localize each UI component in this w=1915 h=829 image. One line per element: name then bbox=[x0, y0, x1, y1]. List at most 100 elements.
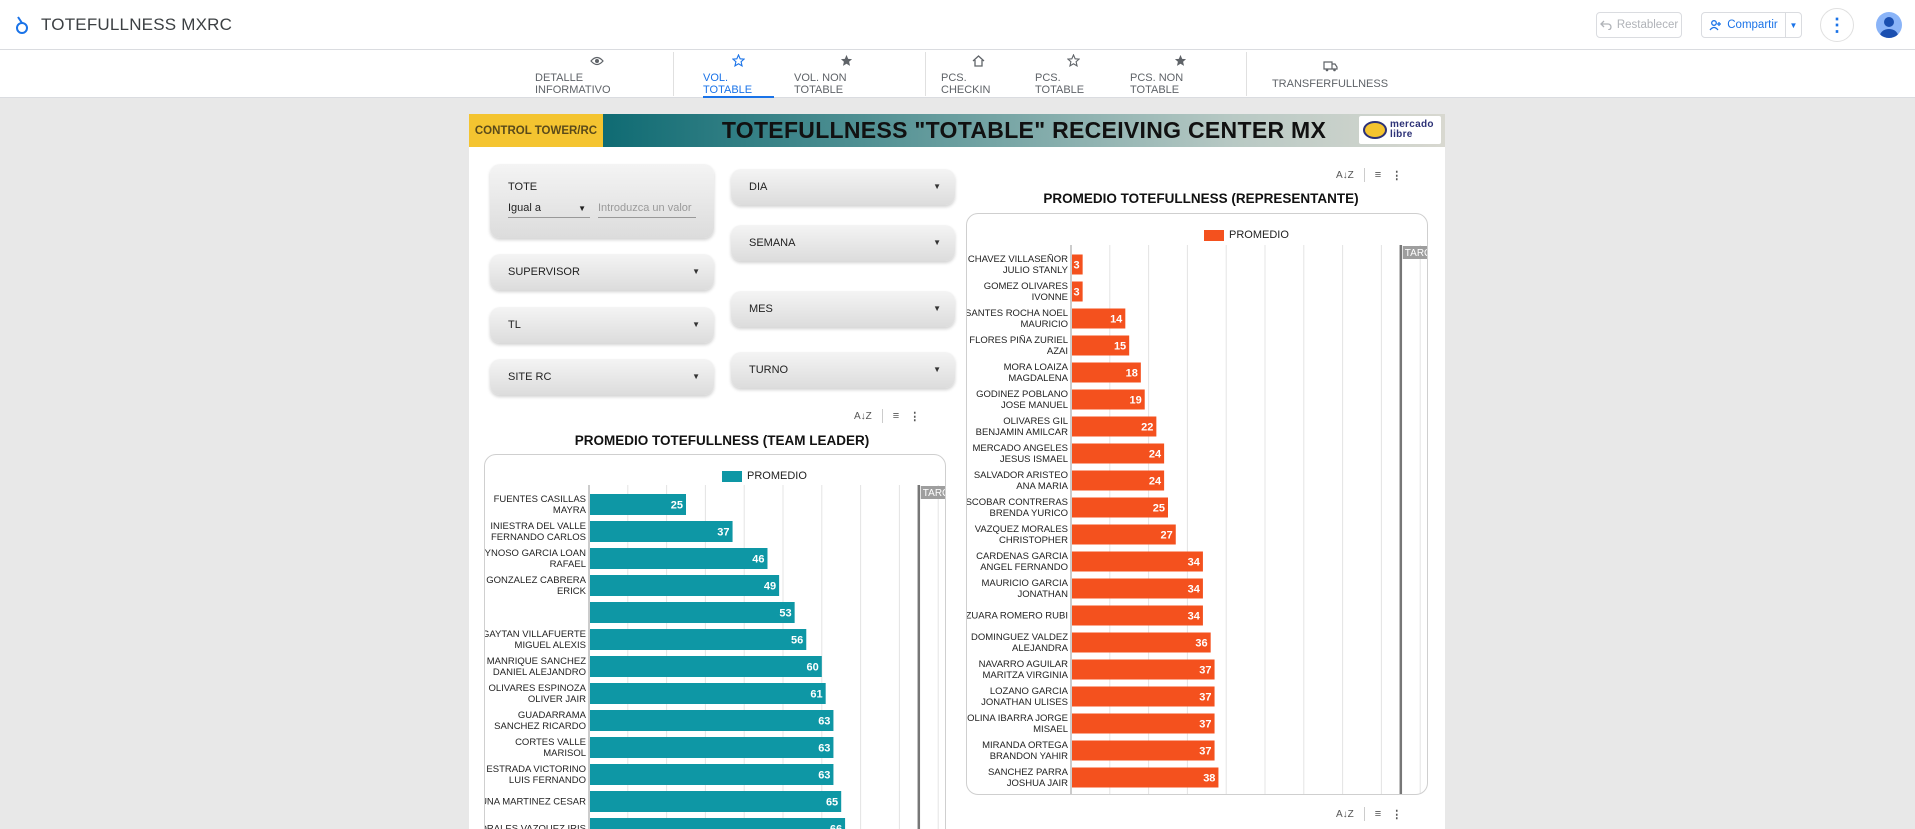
category-label: MARITZA VIRGINIA bbox=[982, 670, 1068, 681]
category-label: JESUS ISMAEL bbox=[1000, 454, 1068, 465]
bar[interactable] bbox=[1072, 605, 1203, 626]
bar-value-label: 25 bbox=[671, 500, 683, 512]
bar-value-label: 53 bbox=[779, 608, 791, 620]
category-label: JOSHUA JAIR bbox=[1007, 778, 1068, 789]
bar-value-label: 37 bbox=[1199, 692, 1211, 704]
category-label: INIESTRA DEL VALLE bbox=[490, 521, 586, 532]
mes-filter[interactable]: MES ▼ bbox=[731, 291, 955, 327]
bar[interactable] bbox=[590, 710, 834, 731]
bar[interactable] bbox=[1072, 632, 1211, 653]
chevron-down-icon: ▼ bbox=[933, 182, 941, 191]
bar-value-label: 25 bbox=[1153, 503, 1165, 515]
bar-value-label: 56 bbox=[791, 635, 803, 647]
bar[interactable] bbox=[1072, 551, 1203, 572]
bar[interactable] bbox=[590, 683, 826, 704]
reset-button-label: Restablecer bbox=[1616, 19, 1679, 31]
tl-filter[interactable]: TL ▼ bbox=[490, 307, 714, 343]
bar[interactable] bbox=[590, 575, 780, 596]
category-label: ALEJANDRA bbox=[1012, 643, 1069, 654]
turno-filter[interactable]: TURNO ▼ bbox=[731, 352, 955, 388]
bar[interactable] bbox=[590, 656, 822, 677]
bar[interactable] bbox=[1072, 578, 1203, 599]
share-dropdown-chevron-icon[interactable]: ▼ bbox=[1785, 13, 1801, 37]
tab-pcs-totable[interactable]: PCS. TOTABLE bbox=[1035, 50, 1112, 98]
page-tabs: DETALLE INFORMATIVO VOL. TOTABLE VOL. NO… bbox=[0, 50, 1915, 98]
bar[interactable] bbox=[1072, 686, 1215, 707]
bar-value-label: 18 bbox=[1126, 368, 1138, 380]
star-outline-icon bbox=[732, 54, 745, 67]
category-label: NAVARRO AGUILAR bbox=[979, 659, 1069, 670]
bar-value-label: 14 bbox=[1110, 314, 1123, 326]
dia-filter[interactable]: DIA ▼ bbox=[731, 169, 955, 205]
tote-value-input[interactable]: Introduzca un valor bbox=[598, 202, 696, 218]
category-label: DOMINGUEZ VALDEZ bbox=[971, 632, 1068, 643]
category-label: REYNOSO GARCIA LOAN bbox=[485, 548, 586, 559]
bar[interactable] bbox=[1072, 713, 1215, 734]
control-tower-badge: CONTROL TOWER/RC bbox=[469, 114, 603, 147]
tab-pcs-non-totable[interactable]: PCS. NON TOTABLE bbox=[1130, 50, 1230, 98]
bar-value-label: 24 bbox=[1149, 476, 1162, 488]
bar-value-label: 24 bbox=[1149, 449, 1162, 461]
category-label: AZUARA ROMERO RUBI bbox=[967, 611, 1068, 622]
bar[interactable] bbox=[1072, 659, 1215, 680]
supervisor-filter[interactable]: SUPERVISOR ▼ bbox=[490, 254, 714, 290]
more-vert-icon[interactable]: ⋮ bbox=[1391, 169, 1402, 182]
bar[interactable] bbox=[590, 548, 768, 569]
sort-az-icon[interactable]: A↓Z bbox=[854, 411, 872, 422]
app-logo-icon[interactable] bbox=[14, 15, 30, 35]
bar[interactable] bbox=[590, 818, 846, 829]
sort-az-icon[interactable]: A↓Z bbox=[1336, 809, 1354, 820]
chevron-down-icon: ▼ bbox=[933, 365, 941, 374]
bar[interactable] bbox=[590, 737, 834, 758]
category-label: RAFAEL bbox=[550, 559, 586, 570]
truck-icon bbox=[1322, 61, 1338, 72]
filter-icon[interactable]: ≡ bbox=[1375, 808, 1381, 820]
category-label: MERCADO ANGELES bbox=[972, 443, 1068, 454]
add-person-icon bbox=[1709, 19, 1722, 30]
more-vert-icon[interactable]: ⋮ bbox=[1391, 808, 1402, 821]
star-outline-icon bbox=[1067, 54, 1080, 67]
bar[interactable] bbox=[590, 521, 733, 542]
category-label: MIGUEL ALEXIS bbox=[515, 640, 586, 651]
category-label: ESCOBAR CONTRERAS bbox=[967, 497, 1068, 508]
category-label: OLIVARES ESPINOZA bbox=[489, 683, 587, 694]
tote-filter-label: TOTE bbox=[508, 181, 538, 193]
tote-operator-select[interactable]: Igual a ▼ bbox=[508, 202, 590, 218]
tote-filter[interactable]: TOTE Igual a ▼ Introduzca un valor bbox=[490, 164, 714, 238]
bar[interactable] bbox=[590, 791, 842, 812]
more-vert-icon[interactable]: ⋮ bbox=[909, 410, 920, 423]
bar-value-label: 49 bbox=[764, 581, 776, 593]
tab-vol-totable[interactable]: VOL. TOTABLE bbox=[703, 50, 774, 98]
bar-value-label: 46 bbox=[752, 554, 764, 566]
target-label: TARGET 85% bbox=[1405, 248, 1428, 259]
next-chart-toolbar: A↓Z ≡ ⋮ bbox=[1336, 806, 1402, 822]
filter-icon[interactable]: ≡ bbox=[1375, 169, 1381, 181]
category-label: ANA MARIA bbox=[1016, 481, 1068, 492]
category-label: SALVADOR ARISTEO bbox=[974, 470, 1068, 481]
site-rc-filter[interactable]: SITE RC ▼ bbox=[490, 359, 714, 395]
bar[interactable] bbox=[1072, 740, 1215, 761]
category-label: AZAI bbox=[1047, 346, 1068, 357]
bar[interactable] bbox=[590, 764, 834, 785]
more-options-icon[interactable]: ⋮ bbox=[1820, 8, 1854, 42]
bar-value-label: 3 bbox=[1074, 260, 1080, 272]
sort-az-icon[interactable]: A↓Z bbox=[1336, 170, 1354, 181]
reset-button[interactable]: Restablecer bbox=[1596, 12, 1682, 38]
tab-detalle-informativo[interactable]: DETALLE INFORMATIVO bbox=[535, 50, 658, 98]
semana-filter[interactable]: SEMANA ▼ bbox=[731, 225, 955, 261]
user-avatar[interactable] bbox=[1876, 12, 1902, 38]
representante-chart-title: PROMEDIO TOTEFULLNESS (REPRESENTANTE) bbox=[1043, 191, 1359, 206]
category-label: FUENTES CASILLAS bbox=[494, 494, 586, 505]
filter-icon[interactable]: ≡ bbox=[893, 410, 899, 422]
category-label: ESTRADA VICTORINO bbox=[486, 764, 586, 775]
target-label: TARGET 85% bbox=[923, 488, 946, 499]
bar[interactable] bbox=[590, 602, 795, 623]
tab-transferfullness[interactable]: TRANSFERFULLNESS bbox=[1272, 50, 1388, 98]
tab-vol-non-totable[interactable]: VOL. NON TOTABLE bbox=[794, 50, 898, 98]
tab-pcs-checkin[interactable]: PCS. CHECKIN bbox=[941, 50, 1016, 98]
bar-value-label: 27 bbox=[1161, 530, 1173, 542]
category-label: MORA LOAIZA bbox=[1004, 362, 1069, 373]
bar[interactable] bbox=[1072, 767, 1219, 788]
bar[interactable] bbox=[590, 629, 807, 650]
share-button[interactable]: Compartir ▼ bbox=[1701, 12, 1802, 38]
